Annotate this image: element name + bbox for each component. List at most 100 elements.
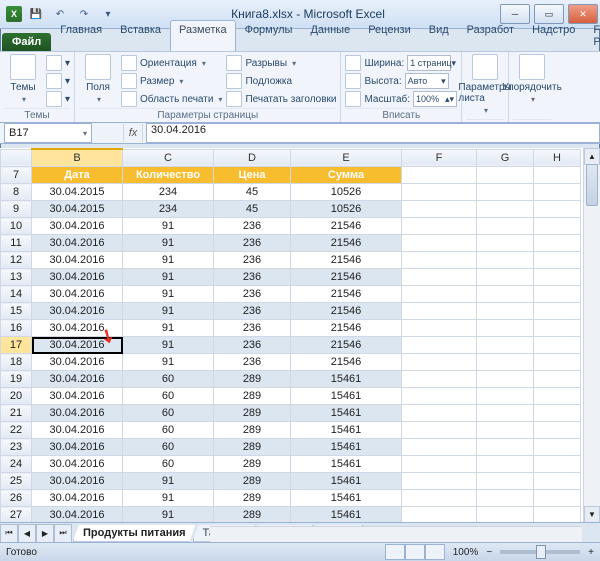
vertical-scrollbar[interactable]: ▲ ▼ — [583, 148, 600, 523]
cell[interactable] — [402, 286, 477, 303]
cell[interactable] — [534, 405, 581, 422]
cell[interactable] — [402, 167, 477, 184]
cell[interactable]: 21546 — [291, 286, 402, 303]
cell[interactable] — [402, 201, 477, 218]
sheet-tab-0[interactable]: Продукты питания — [73, 525, 196, 542]
ribbon-tab-6[interactable]: Вид — [420, 20, 458, 51]
cell[interactable]: 30.04.2016 — [32, 218, 123, 235]
cell[interactable] — [477, 490, 534, 507]
cell[interactable]: Цена — [214, 167, 291, 184]
cell[interactable]: 30.04.2015 — [32, 184, 123, 201]
horizontal-scrollbar[interactable] — [210, 526, 582, 543]
cell[interactable] — [477, 456, 534, 473]
row-header[interactable]: 13 — [1, 269, 32, 286]
cell[interactable]: 30.04.2016 — [32, 405, 123, 422]
zoom-out-button[interactable]: − — [486, 547, 492, 558]
row-header[interactable]: 15 — [1, 303, 32, 320]
column-header-D[interactable]: D — [214, 149, 291, 167]
cell[interactable] — [534, 371, 581, 388]
column-header-B[interactable]: B — [32, 149, 123, 167]
width-spinner[interactable]: 1 страниц▾ — [407, 55, 451, 71]
cell[interactable]: Сумма — [291, 167, 402, 184]
cell[interactable]: 30.04.2016 — [32, 303, 123, 320]
ribbon-tab-2[interactable]: Разметка — [170, 20, 236, 51]
cell[interactable] — [477, 286, 534, 303]
height-spinner[interactable]: Авто▾ — [405, 73, 449, 89]
cell[interactable] — [477, 439, 534, 456]
ribbon-tab-7[interactable]: Разработ — [458, 20, 523, 51]
cell[interactable]: 30.04.2016 — [32, 490, 123, 507]
cell[interactable] — [534, 252, 581, 269]
ribbon-tab-8[interactable]: Надстро — [523, 20, 584, 51]
cell[interactable]: 234 — [123, 184, 214, 201]
cell[interactable]: 10526 — [291, 184, 402, 201]
row-header[interactable]: 7 — [1, 167, 32, 184]
cell[interactable]: 30.04.2016 — [32, 507, 123, 524]
cell[interactable] — [402, 439, 477, 456]
save-icon[interactable]: 💾 — [26, 4, 46, 24]
row-header[interactable]: 11 — [1, 235, 32, 252]
cell[interactable] — [477, 235, 534, 252]
cell[interactable] — [534, 184, 581, 201]
cell[interactable] — [534, 286, 581, 303]
cell[interactable] — [402, 456, 477, 473]
cell[interactable] — [477, 507, 534, 524]
theme-effects-button[interactable]: ▾ — [46, 91, 70, 107]
column-header-F[interactable]: F — [402, 149, 477, 167]
cell[interactable] — [402, 354, 477, 371]
cell[interactable] — [402, 303, 477, 320]
cell[interactable]: 30.04.2015 — [32, 201, 123, 218]
cell[interactable] — [402, 235, 477, 252]
row-header[interactable]: 24 — [1, 456, 32, 473]
name-box[interactable]: B17▾ — [4, 123, 92, 143]
cell[interactable] — [534, 218, 581, 235]
cell[interactable]: 15461 — [291, 422, 402, 439]
cell[interactable]: 21546 — [291, 354, 402, 371]
cell[interactable] — [477, 167, 534, 184]
cell[interactable] — [477, 269, 534, 286]
cell[interactable] — [402, 269, 477, 286]
cell[interactable]: 21546 — [291, 337, 402, 354]
sheet-options-button[interactable]: Параметры листа ▾ — [466, 54, 504, 115]
cell[interactable] — [534, 473, 581, 490]
cell[interactable] — [477, 218, 534, 235]
cell[interactable]: 45 — [214, 184, 291, 201]
cell[interactable]: 21546 — [291, 218, 402, 235]
cell[interactable] — [402, 218, 477, 235]
cell[interactable]: 30.04.2016 — [32, 439, 123, 456]
cell[interactable]: 289 — [214, 456, 291, 473]
cell[interactable] — [402, 422, 477, 439]
cell[interactable] — [534, 354, 581, 371]
cell[interactable] — [402, 337, 477, 354]
cell[interactable] — [477, 371, 534, 388]
view-page-layout-button[interactable] — [405, 544, 425, 560]
margins-button[interactable]: Поля ▾ — [79, 54, 117, 104]
scroll-up-icon[interactable]: ▲ — [584, 148, 600, 165]
size-button[interactable]: Размер▾ — [121, 73, 222, 89]
cell[interactable] — [402, 252, 477, 269]
tab-nav-next[interactable]: ▶ — [36, 524, 54, 543]
cell[interactable]: 30.04.2016 — [32, 354, 123, 371]
cell[interactable] — [534, 456, 581, 473]
row-header[interactable]: 8 — [1, 184, 32, 201]
cell[interactable]: 60 — [123, 388, 214, 405]
worksheet-grid[interactable]: BCDEFGH7ДатаКоличествоЦенаСумма830.04.20… — [0, 148, 600, 523]
cell[interactable] — [402, 490, 477, 507]
cell[interactable]: 91 — [123, 269, 214, 286]
cell[interactable]: 15461 — [291, 405, 402, 422]
cell[interactable]: 236 — [214, 337, 291, 354]
file-tab[interactable]: Файл — [2, 33, 51, 51]
cell[interactable] — [477, 473, 534, 490]
theme-fonts-button[interactable]: ▾ — [46, 73, 70, 89]
row-header[interactable]: 19 — [1, 371, 32, 388]
cell[interactable]: 15461 — [291, 490, 402, 507]
column-header-E[interactable]: E — [291, 149, 402, 167]
cell[interactable]: 60 — [123, 422, 214, 439]
cell[interactable]: 91 — [123, 320, 214, 337]
cell[interactable]: 289 — [214, 371, 291, 388]
row-header[interactable]: 16 — [1, 320, 32, 337]
cell[interactable] — [402, 371, 477, 388]
ribbon-tab-0[interactable]: Главная — [51, 20, 111, 51]
formula-input[interactable]: 30.04.2016 — [146, 123, 600, 143]
cell[interactable]: 30.04.2016 — [32, 388, 123, 405]
